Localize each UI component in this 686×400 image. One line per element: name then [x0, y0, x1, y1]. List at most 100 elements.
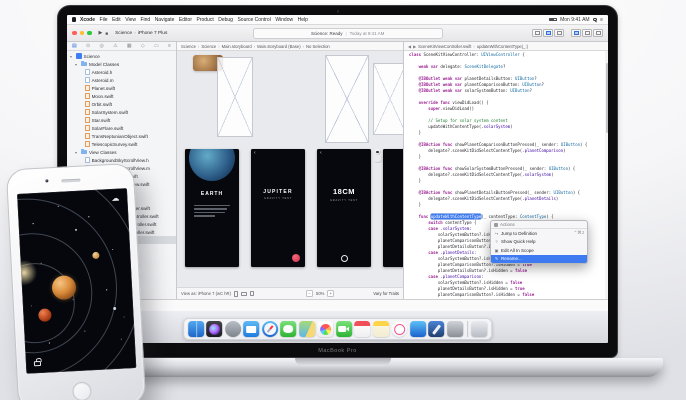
zoom-in-button[interactable]: + [327, 290, 334, 297]
navigator-file-row[interactable]: BackgroundSkyScrollView.h [67, 156, 176, 164]
navigator-file-row[interactable]: Star.swift [67, 116, 176, 124]
menu-item-rename-[interactable]: ✎Rename... [491, 255, 587, 264]
close-button[interactable] [72, 31, 77, 36]
menu-source-control[interactable]: Source Control [237, 17, 270, 23]
version-editor-button[interactable] [554, 29, 564, 37]
dock-icon-mail[interactable] [243, 321, 259, 337]
navigator-file-row[interactable]: Orbit.swift [67, 100, 176, 108]
shutter-button[interactable] [341, 255, 348, 262]
zoom-level[interactable]: 50% [316, 291, 324, 296]
storyboard-screen-result[interactable]: ‹ 18CM GRAVITY TEST [317, 149, 371, 267]
jumpbar-segment[interactable]: Science [201, 44, 216, 49]
navigator-file-row[interactable]: TelescopicSurvey.swift [67, 140, 176, 148]
storyboard-canvas[interactable]: EARTH ‹ JUPITER GRAVITY TEST ‹ 18CM [177, 51, 403, 287]
storyboard-wireframe[interactable] [217, 57, 253, 137]
find-navigator-icon[interactable]: ◎ [99, 43, 103, 49]
menu-editor[interactable]: Editor [179, 17, 192, 23]
navigator-file-row[interactable]: SolarSystem.swift [67, 108, 176, 116]
menu-edit[interactable]: Edit [112, 17, 121, 23]
run-button[interactable]: ▶ [99, 30, 103, 36]
menu-find[interactable]: Find [140, 17, 150, 23]
scrollbar-thumb[interactable] [606, 63, 608, 133]
navigator-file-row[interactable]: SolarFlare.swift [67, 124, 176, 132]
dock-icon-calendar[interactable] [354, 321, 370, 337]
editor-scrollbar[interactable] [605, 51, 608, 299]
menu-file[interactable]: File [100, 17, 108, 23]
view-as-label[interactable]: View as: iPhone 7 (wC hR) [181, 291, 231, 296]
device-phone-icon[interactable] [234, 291, 238, 297]
navigator-file-row[interactable]: Asteroid.m [67, 76, 176, 84]
debug-area-toggle-button[interactable] [582, 29, 592, 37]
dock-icon-messages[interactable] [280, 321, 296, 337]
storyboard-wireframe[interactable] [373, 63, 403, 135]
navigator-file-row[interactable]: Moon.swift [67, 92, 176, 100]
issue-navigator-icon[interactable]: ⚠ [113, 43, 117, 49]
device-phone-small-icon[interactable] [250, 291, 254, 296]
menu-view[interactable]: View [125, 17, 136, 23]
zoom-window-button[interactable] [87, 31, 92, 36]
dock-icon-siri[interactable] [206, 321, 222, 337]
menu-xcode[interactable]: Xcode [80, 17, 95, 23]
vary-for-traits-button[interactable]: Vary for Traits [373, 291, 399, 296]
record-button[interactable] [292, 254, 300, 262]
dock-icon-finder[interactable] [188, 321, 204, 337]
dock-icon-system-preferences[interactable] [447, 321, 463, 337]
jumpbar-segment[interactable]: Main.storyboard [222, 44, 252, 49]
jumpbar-segment[interactable]: SceneKitViewController.swift [418, 44, 471, 49]
back-arrow-icon[interactable]: ◀ [408, 44, 411, 49]
report-navigator-icon[interactable]: ≡ [168, 43, 171, 49]
menu-product[interactable]: Product [196, 17, 213, 23]
forward-arrow-icon[interactable]: ▶ [413, 44, 416, 49]
device-landscape-icon[interactable] [241, 292, 247, 296]
dock-icon-itunes[interactable] [391, 321, 407, 337]
scheme-selector[interactable]: Science › iPhone 7 Plus [115, 31, 167, 36]
menu-item-show-quick-help[interactable]: ?Show Quick Help [491, 238, 587, 247]
project-navigator-icon[interactable]: ▤ [72, 43, 77, 49]
jumpbar-segment[interactable]: Main.storyboard (Base) [257, 44, 301, 49]
minimize-button[interactable] [80, 31, 85, 36]
menu-navigate[interactable]: Navigate [155, 17, 175, 23]
storyboard-wireframe[interactable] [325, 55, 369, 143]
storyboard-screen-jupiter[interactable]: ‹ JUPITER GRAVITY TEST [251, 149, 305, 267]
zoom-out-button[interactable]: − [306, 290, 313, 297]
navigator-file-row[interactable]: TransNeptunianObject.swift [67, 132, 176, 140]
dock-icon-safari[interactable] [262, 321, 278, 337]
dock-icon-xcode[interactable] [428, 321, 444, 337]
navigator-group-row[interactable]: ▾Model Classes [67, 60, 176, 68]
menu-window[interactable]: Window [275, 17, 293, 23]
standard-editor-button[interactable] [532, 29, 542, 37]
dock-icon-maps[interactable] [299, 321, 315, 337]
code-line[interactable]: planetComparisonButton?.isHidden = false [409, 292, 606, 298]
assistant-editor-button[interactable] [543, 29, 553, 37]
dock-icon-photos[interactable] [317, 321, 333, 337]
dock-icon-launchpad[interactable] [225, 321, 241, 337]
menu-item-jump-to-definition[interactable]: ↪Jump to Definition⌃⌘J [491, 229, 587, 238]
navigator-toggle-button[interactable] [571, 29, 581, 37]
home-button[interactable] [71, 381, 91, 400]
jumpbar-segment[interactable]: updateWithContentType(_:) [477, 44, 528, 49]
spotlight-icon[interactable] [593, 18, 597, 22]
navigator-file-row[interactable]: Planet.swift [67, 84, 176, 92]
symbol-navigator-icon[interactable]: ⊙ [86, 43, 90, 49]
navigator-file-row[interactable]: Asteroid.h [67, 68, 176, 76]
storyboard-screen-earth[interactable]: EARTH [185, 149, 239, 267]
dock-icon-trash[interactable] [471, 321, 487, 337]
notification-center-icon[interactable]: ≡ [600, 17, 603, 23]
menu-debug[interactable]: Debug [218, 17, 233, 23]
utilities-toggle-button[interactable] [593, 29, 603, 37]
test-navigator-icon[interactable]: ▦ [127, 43, 132, 49]
dock-icon-facetime[interactable] [336, 321, 352, 337]
navigator-project-row[interactable]: ▾Science [67, 52, 176, 60]
apple-logo-icon[interactable] [72, 17, 76, 22]
menu-item-edit-all-in-scope[interactable]: ▣Edit All In Scope [491, 246, 587, 255]
navigator-group-row[interactable]: ▾View Classes [67, 148, 176, 156]
storyboard-screen-partial[interactable] [383, 149, 403, 267]
debug-navigator-icon[interactable]: ◇ [141, 43, 145, 49]
menu-help[interactable]: Help [298, 17, 308, 23]
dock-icon-notes[interactable] [373, 321, 389, 337]
jumpbar-segment[interactable]: No Selection [306, 44, 330, 49]
jumpbar-segment[interactable]: Science [181, 44, 196, 49]
stop-button[interactable]: ■ [105, 31, 108, 36]
dock-icon-app-store[interactable] [410, 321, 426, 337]
breakpoint-navigator-icon[interactable]: ▭ [154, 43, 159, 49]
